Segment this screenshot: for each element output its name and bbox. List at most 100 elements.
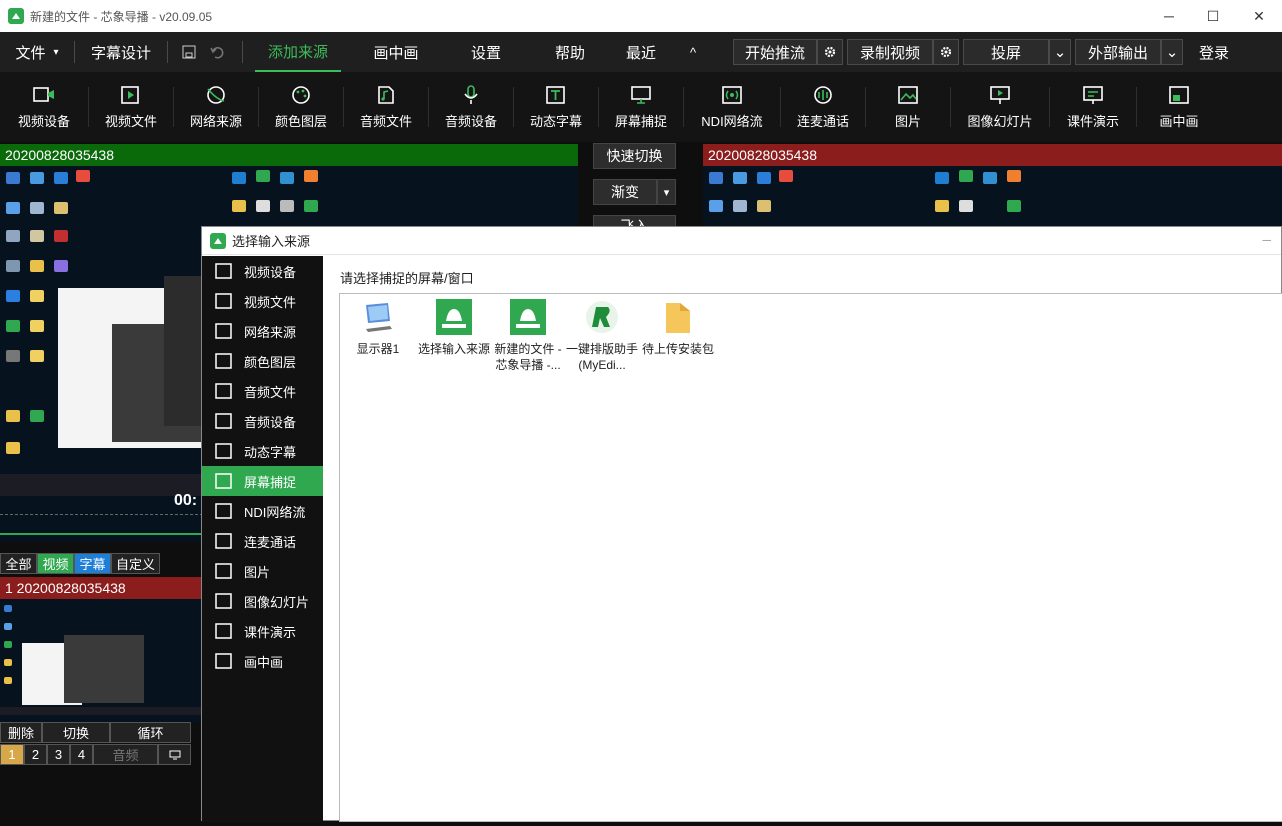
desktop-icon	[983, 172, 997, 184]
dialog-side-item[interactable]: 图像幻灯片	[202, 586, 323, 616]
cast-dropdown-chevron-icon[interactable]: ⌄	[1049, 39, 1071, 65]
record-button[interactable]: 录制视频	[847, 39, 933, 65]
tool-co-call[interactable]: 连麦通话	[781, 72, 865, 142]
desktop-icon	[6, 230, 20, 242]
tool-image[interactable]: 图片	[866, 72, 950, 142]
dialog-side-item[interactable]: 视频文件	[202, 286, 323, 316]
desktop-icon	[54, 202, 68, 214]
loop-button[interactable]: 循环	[110, 722, 191, 743]
filter-custom[interactable]: 自定义	[111, 553, 160, 574]
record-settings-gear-icon[interactable]	[933, 39, 959, 65]
tool-slideshow[interactable]: 图像幻灯片	[951, 72, 1049, 142]
side-item-label: 颜色图层	[244, 354, 297, 370]
close-button[interactable]: ✕	[1236, 0, 1282, 32]
tool-network-source[interactable]: 网络来源	[174, 72, 258, 142]
login-button[interactable]: 登录	[1187, 32, 1241, 72]
tool-video-device[interactable]: 视频设备	[0, 72, 88, 142]
tool-dynamic-subtitle[interactable]: 动态字幕	[514, 72, 598, 142]
palette-icon	[215, 353, 232, 369]
microphone-icon	[464, 84, 478, 104]
desktop-icon	[54, 230, 68, 242]
collapse-icon[interactable]: ^	[673, 32, 713, 72]
audio-file-icon	[215, 383, 232, 399]
page-1[interactable]: 1	[0, 744, 24, 765]
filter-all[interactable]: 全部	[0, 553, 37, 574]
menu-pip[interactable]: 画中画	[351, 32, 441, 72]
fast-switch-button[interactable]: 快速切换	[593, 143, 676, 169]
tool-audio-file[interactable]: 音频文件	[344, 72, 428, 142]
chevron-down-icon: ▾	[53, 46, 59, 58]
ndi-icon	[215, 503, 232, 519]
dialog-side-item[interactable]: 画中画	[202, 646, 323, 676]
undo-icon[interactable]	[202, 32, 232, 72]
cast-button[interactable]: 投屏	[963, 39, 1049, 65]
tool-screen-capture[interactable]: 屏幕捕捉	[599, 72, 683, 142]
source-select-input[interactable]: 选择输入来源	[416, 294, 492, 357]
tool-color-layer[interactable]: 颜色图层	[259, 72, 343, 142]
switch-button[interactable]: 切换	[42, 722, 110, 743]
tool-courseware[interactable]: 课件演示	[1050, 72, 1136, 142]
start-stream-button[interactable]: 开始推流	[733, 39, 817, 65]
dialog-side-item[interactable]: 屏幕捕捉	[202, 466, 323, 496]
desktop-icon	[959, 170, 973, 182]
desktop-icon	[256, 170, 270, 182]
tool-audio-device[interactable]: 音频设备	[429, 72, 513, 142]
source-new-file[interactable]: 新建的文件 - 芯象导播 -...	[490, 294, 566, 373]
audio-button[interactable]: 音频	[93, 744, 158, 765]
tool-pip[interactable]: 画中画	[1137, 72, 1221, 142]
desktop-icon	[733, 172, 747, 184]
dialog-side-item[interactable]: 网络来源	[202, 316, 323, 346]
menu-recent[interactable]: 最近	[609, 32, 673, 72]
dialog-side-item[interactable]: 动态字幕	[202, 436, 323, 466]
desktop-icon	[4, 641, 12, 648]
side-item-label: 图片	[244, 564, 271, 580]
desktop-icon	[757, 200, 771, 212]
ndi-icon	[722, 85, 742, 104]
minimize-button[interactable]: ─	[1146, 0, 1192, 32]
source-upload-folder[interactable]: 待上传安装包	[640, 294, 716, 357]
dialog-side-item[interactable]: 音频设备	[202, 406, 323, 436]
text-icon	[215, 443, 232, 459]
menu-add-source[interactable]: 添加来源	[255, 32, 341, 72]
delete-button[interactable]: 删除	[0, 722, 42, 743]
dialog-side-item[interactable]: 课件演示	[202, 616, 323, 646]
tool-ndi-stream[interactable]: NDI网络流	[684, 72, 780, 142]
page-3[interactable]: 3	[47, 744, 70, 765]
dialog-minimize-button[interactable]: ─	[1262, 233, 1271, 247]
page-2[interactable]: 2	[24, 744, 47, 765]
co-call-icon	[814, 85, 832, 104]
program-screen[interactable]	[703, 166, 1282, 226]
menu-file[interactable]: 文件 ▾	[0, 32, 74, 72]
pip-icon	[215, 653, 232, 669]
save-icon[interactable]	[176, 32, 202, 72]
divider	[242, 41, 243, 63]
fade-dropdown-chevron-icon[interactable]: ▾	[657, 179, 676, 205]
dialog-side-item[interactable]: NDI网络流	[202, 496, 323, 526]
external-dropdown-chevron-icon[interactable]: ⌄	[1161, 39, 1183, 65]
filter-video[interactable]: 视频	[37, 553, 74, 574]
maximize-button[interactable]: ☐	[1190, 0, 1236, 32]
filter-subtitle[interactable]: 字幕	[74, 553, 111, 574]
video-file-icon	[121, 85, 139, 104]
source-myeditor[interactable]: 一键排版助手(MyEdi...	[564, 294, 640, 373]
window-title: 新建的文件 - 芯象导播 - v20.09.05	[30, 9, 213, 24]
dialog-side-item[interactable]: 图片	[202, 556, 323, 586]
menu-settings[interactable]: 设置	[441, 32, 531, 72]
tool-video-file[interactable]: 视频文件	[89, 72, 173, 142]
dialog-side-item[interactable]: 颜色图层	[202, 346, 323, 376]
fade-button[interactable]: 渐变	[593, 179, 657, 205]
dialog-side-item[interactable]: 连麦通话	[202, 526, 323, 556]
stream-settings-gear-icon[interactable]	[817, 39, 843, 65]
dialog-side-item[interactable]: 音频文件	[202, 376, 323, 406]
menu-subtitle-design[interactable]: 字幕设计	[75, 32, 167, 72]
source-thumbnail[interactable]	[0, 599, 201, 722]
monitor-icon[interactable]	[158, 744, 191, 765]
menu-help[interactable]: 帮助	[531, 32, 609, 72]
external-output-button[interactable]: 外部输出	[1075, 39, 1161, 65]
source-display1[interactable]: 显示器1	[340, 294, 416, 357]
desktop-icon	[76, 170, 90, 182]
desktop-icon	[757, 172, 771, 184]
page-4[interactable]: 4	[70, 744, 93, 765]
dialog-side-item[interactable]: 视频设备	[202, 256, 323, 286]
desktop-icon	[30, 260, 44, 272]
